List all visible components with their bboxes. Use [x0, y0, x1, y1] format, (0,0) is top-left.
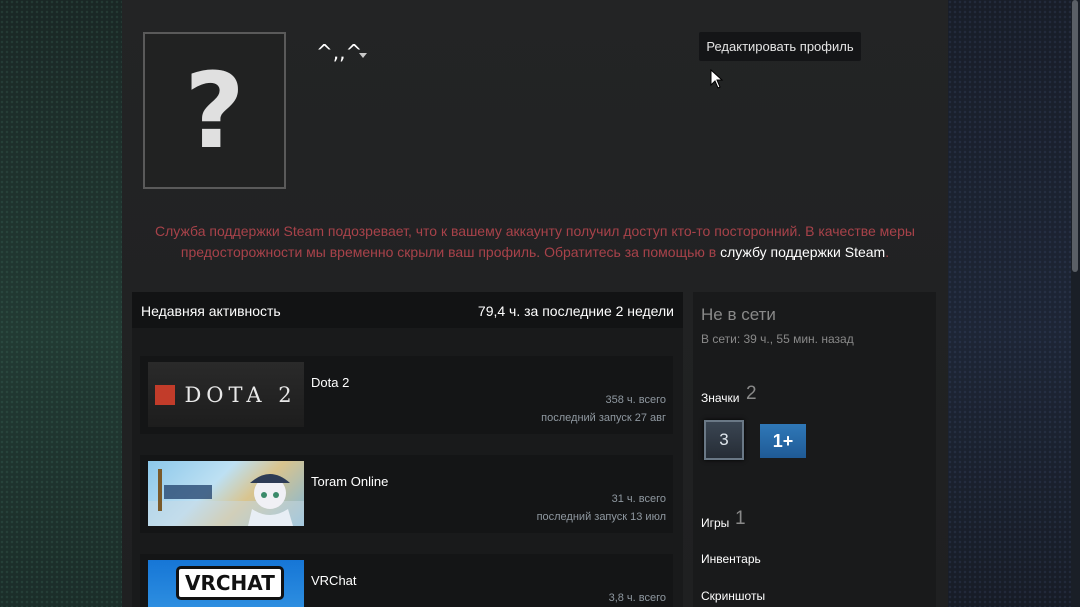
badges-link[interactable]: Значки: [701, 391, 740, 405]
game-capsule-logo-text: VRCHAT: [176, 566, 284, 600]
game-row-vrchat[interactable]: VRCHAT VRChat 3,8 ч. всего: [140, 554, 673, 607]
online-status: Не в сети: [701, 305, 776, 324]
badge-level-icon[interactable]: 1+: [760, 424, 806, 458]
recent-activity-title: Недавняя активность: [141, 303, 281, 319]
games-link[interactable]: Игры: [701, 516, 729, 530]
dota-logo-icon: [155, 384, 176, 405]
game-name[interactable]: Dota 2: [311, 375, 349, 390]
toram-artwork-icon: [148, 469, 304, 526]
game-capsule-image[interactable]: DOTA 2: [148, 362, 304, 427]
recent-activity-header: Недавняя активность 79,4 ч. за последние…: [132, 292, 683, 328]
warning-end: .: [885, 244, 890, 260]
name-dropdown-caret-icon[interactable]: [359, 53, 367, 58]
game-capsule-image[interactable]: [148, 461, 304, 526]
game-last-played: последний запуск 13 июл: [536, 511, 666, 523]
mouse-cursor-icon: [710, 69, 724, 89]
edit-profile-button[interactable]: Редактировать профиль: [699, 32, 861, 61]
background-right: [948, 0, 1080, 607]
game-total-hours: 31 ч. всего: [611, 493, 666, 505]
game-row-toram-online[interactable]: Toram Online 31 ч. всего последний запус…: [140, 455, 673, 533]
avatar[interactable]: ?: [143, 32, 286, 189]
security-warning: Служба поддержки Steam подозревает, что …: [140, 221, 930, 263]
scrollbar-thumb[interactable]: [1072, 0, 1078, 272]
badge-label: 1+: [772, 431, 794, 451]
game-capsule-image[interactable]: VRCHAT: [148, 560, 304, 607]
screenshots-link[interactable]: Скриншоты: [701, 589, 765, 603]
game-name[interactable]: Toram Online: [311, 474, 388, 489]
game-row-dota2[interactable]: DOTA 2 Dota 2 358 ч. всего последний зап…: [140, 356, 673, 434]
badge-label: 3: [719, 430, 729, 449]
avatar-placeholder-icon: ?: [184, 49, 245, 172]
inventory-link[interactable]: Инвентарь: [701, 552, 761, 566]
background-left: [0, 0, 122, 607]
games-count: 1: [735, 508, 746, 529]
recent-activity-hours: 79,4 ч. за последние 2 недели: [477, 303, 674, 319]
last-online: В сети: 39 ч., 55 мин. назад: [701, 332, 854, 346]
badges-count: 2: [746, 383, 757, 404]
game-last-played: последний запуск 27 авг: [541, 412, 666, 424]
profile-name: ^,,^: [316, 40, 363, 64]
game-total-hours: 3,8 ч. всего: [608, 592, 666, 604]
support-link[interactable]: службу поддержки Steam: [720, 244, 885, 260]
badge-years-icon[interactable]: 3: [704, 420, 744, 460]
game-total-hours: 358 ч. всего: [605, 394, 666, 406]
game-capsule-logo-text: DOTA 2: [184, 382, 297, 407]
game-name[interactable]: VRChat: [311, 573, 357, 588]
